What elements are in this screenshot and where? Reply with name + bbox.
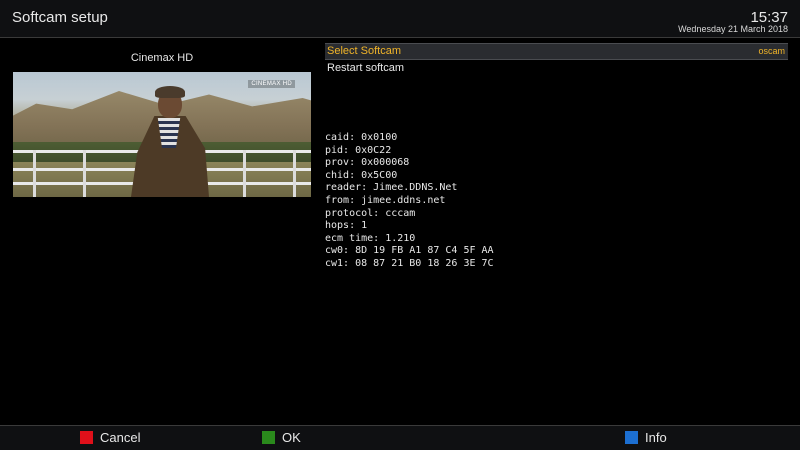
page-title: Softcam setup bbox=[12, 9, 108, 26]
menu-item-value: oscam bbox=[758, 46, 785, 56]
cancel-button[interactable]: Cancel bbox=[80, 430, 140, 446]
info-line-cw0: cw0: 8D 19 FB A1 87 C4 5F AA bbox=[325, 245, 494, 257]
softcam-setup-screen: Softcam setup 15:37 Wednesday 21 March 2… bbox=[0, 0, 800, 450]
person-hat bbox=[155, 86, 185, 98]
footer-bar: Cancel OK Info bbox=[0, 426, 800, 450]
preview-fence-post bbox=[243, 150, 246, 197]
cancel-label: Cancel bbox=[100, 430, 141, 445]
info-line-protocol: protocol: cccam bbox=[325, 207, 416, 219]
channel-name: Cinemax HD bbox=[130, 52, 194, 64]
menu-item-restart-softcam[interactable]: Restart softcam bbox=[325, 60, 788, 76]
softcam-menu[interactable]: Select Softcam oscam Restart softcam bbox=[325, 43, 788, 76]
info-button[interactable]: Info bbox=[625, 430, 667, 446]
info-line-cw1: cw1: 08 87 21 B0 18 26 3E 7C bbox=[325, 257, 494, 269]
menu-item-label: Restart softcam bbox=[327, 62, 405, 74]
info-line-from: from: jimee.ddns.net bbox=[325, 194, 446, 206]
ecm-info-panel: caid: 0x0100 pid: 0x0C22 prov: 0x000068 … bbox=[325, 132, 625, 271]
video-preview: CINEMAX HD bbox=[13, 72, 311, 197]
ok-label: OK bbox=[282, 430, 301, 445]
info-line-prov: prov: 0x000068 bbox=[325, 157, 410, 169]
preview-fence-post bbox=[83, 150, 86, 197]
preview-fence-post bbox=[293, 150, 296, 197]
header-divider bbox=[0, 37, 800, 38]
info-line-chid: chid: 0x5C00 bbox=[325, 169, 398, 181]
info-line-hops: hops: 1 bbox=[325, 220, 368, 232]
channel-logo-watermark: CINEMAX HD bbox=[248, 80, 295, 88]
info-line-caid: caid: 0x0100 bbox=[325, 132, 398, 143]
menu-item-label: Select Softcam bbox=[327, 45, 401, 57]
ok-button[interactable]: OK bbox=[262, 430, 301, 446]
info-line-reader: reader: Jimee.DDNS.Net bbox=[325, 182, 458, 194]
info-line-ecm-time: ecm time: 1.210 bbox=[325, 232, 416, 244]
menu-item-select-softcam[interactable]: Select Softcam oscam bbox=[325, 43, 788, 60]
blue-key-icon bbox=[625, 431, 638, 444]
header-bar: Softcam setup 15:37 Wednesday 21 March 2… bbox=[0, 0, 800, 37]
info-label: Info bbox=[645, 430, 667, 445]
green-key-icon bbox=[262, 431, 275, 444]
clock-date: Wednesday 21 March 2018 bbox=[678, 24, 788, 34]
preview-fence-post bbox=[33, 150, 36, 197]
info-line-pid: pid: 0x0C22 bbox=[325, 144, 392, 156]
preview-person bbox=[113, 86, 223, 197]
red-key-icon bbox=[80, 431, 93, 444]
